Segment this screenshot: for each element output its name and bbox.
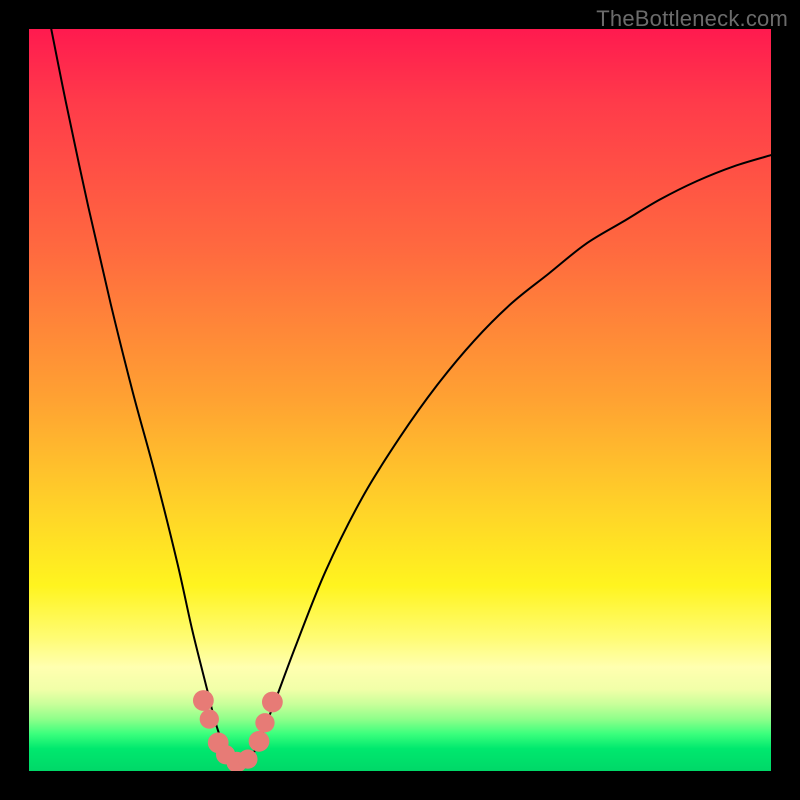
curve-marker [200,709,219,728]
bottleneck-curve [51,29,771,765]
curve-marker [249,731,270,752]
watermark-text: TheBottleneck.com [596,6,788,32]
curve-marker [262,692,283,713]
curve-marker [255,713,274,732]
chart-frame: TheBottleneck.com [0,0,800,800]
curve-markers [193,690,283,771]
bottleneck-curve-svg [29,29,771,771]
curve-marker [238,749,257,768]
curve-marker [193,690,214,711]
